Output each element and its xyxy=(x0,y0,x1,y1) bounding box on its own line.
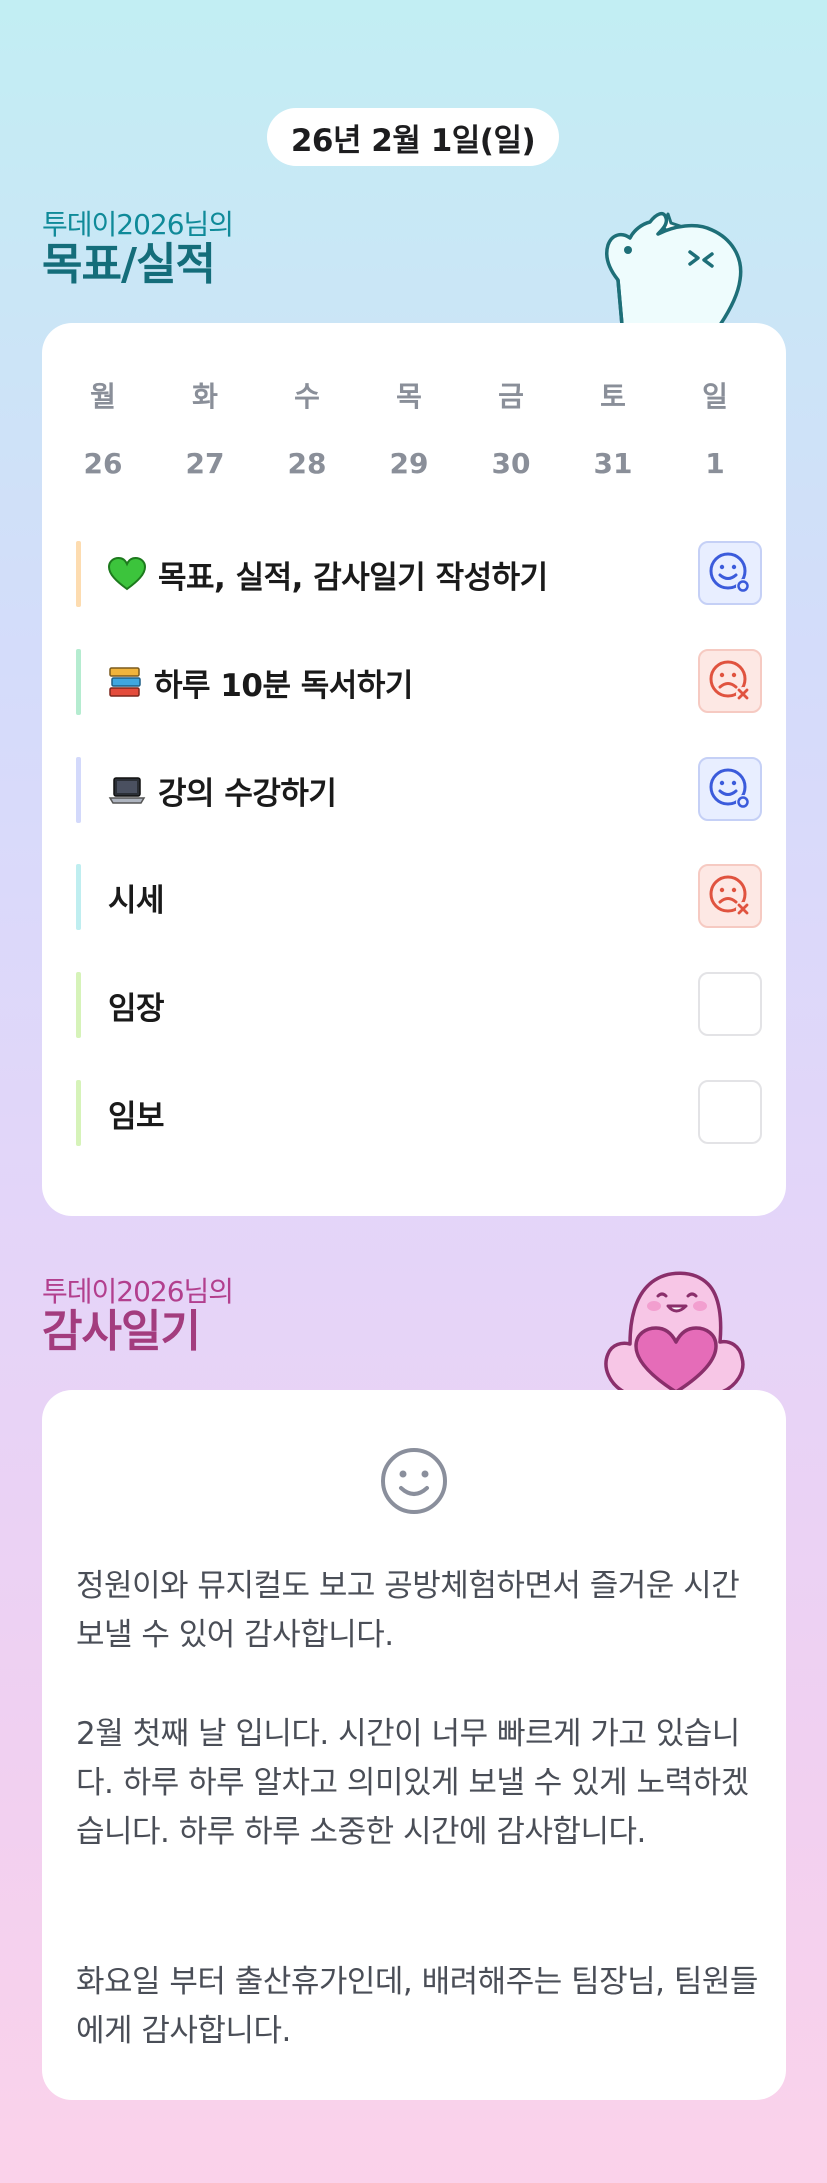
waving-ghost-mascot-icon xyxy=(605,211,743,325)
day-number[interactable]: 27 xyxy=(154,447,256,480)
weekday-header: 월 화 수 목 금 토 일 xyxy=(42,375,786,415)
weekday-label: 화 xyxy=(192,380,218,413)
gratitude-title: 감사일기 xyxy=(42,1306,201,1357)
week-dates: 26 27 28 29 30 31 1 xyxy=(42,447,786,480)
status-success-button[interactable] xyxy=(698,757,762,821)
heart-hugging-mascot-icon xyxy=(604,1271,745,1392)
weekday-label: 금 xyxy=(498,380,524,413)
goal-label-wrap: 임보 xyxy=(108,1091,165,1136)
goal-label-wrap: 하루 10분 독서하기 xyxy=(108,660,413,705)
goal-row: 임장 xyxy=(76,972,762,1038)
weekday-label: 일 xyxy=(702,380,728,413)
green-heart-icon xyxy=(108,557,146,591)
sad-fail-icon xyxy=(709,875,750,916)
day-number[interactable]: 28 xyxy=(256,447,358,480)
gratitude-section-title: 투데이2026님의 감사일기 xyxy=(42,1275,234,1357)
status-success-button[interactable] xyxy=(698,541,762,605)
goal-label-wrap: 임장 xyxy=(108,983,165,1028)
goal-row: 임보 xyxy=(76,1080,762,1146)
goals-subtitle: 투데이2026님의 xyxy=(42,208,234,241)
goals-section-title: 투데이2026님의 목표/실적 xyxy=(42,208,234,290)
books-icon xyxy=(108,665,142,699)
goal-color-bar xyxy=(76,757,81,823)
day-number[interactable]: 30 xyxy=(460,447,562,480)
goal-row: 시세 xyxy=(76,864,762,930)
goal-label-wrap: 강의 수강하기 xyxy=(108,768,337,813)
goal-label-wrap: 시세 xyxy=(108,875,165,920)
status-empty-button[interactable] xyxy=(698,972,762,1036)
goal-color-bar xyxy=(76,972,81,1038)
goal-row: 하루 10분 독서하기 xyxy=(76,649,762,715)
goal-row: 목표, 실적, 감사일기 작성하기 xyxy=(76,541,762,607)
day-number[interactable]: 31 xyxy=(562,447,664,480)
goal-color-bar xyxy=(76,864,81,930)
gratitude-paragraph: 화요일 부터 출산휴가인데, 배려해주는 팀장님, 팀원들에게 감사합니다. xyxy=(76,1964,758,2049)
weekday-label: 목 xyxy=(396,380,422,413)
gratitude-paragraph: 2월 첫째 날 입니다. 시간이 너무 빠르게 가고 있습니다. 하루 하루 알… xyxy=(76,1716,749,1850)
goals-title: 목표/실적 xyxy=(42,239,216,290)
goal-row: 강의 수강하기 xyxy=(76,757,762,823)
goal-color-bar xyxy=(76,649,81,715)
laptop-icon xyxy=(108,775,146,805)
goal-color-bar xyxy=(76,541,81,607)
weekday-label: 월 xyxy=(90,380,116,413)
smile-success-icon xyxy=(709,552,750,593)
goal-color-bar xyxy=(76,1080,81,1146)
gratitude-card: 정원이와 뮤지컬도 보고 공방체험하면서 즐거운 시간 보낼 수 있어 감사합니… xyxy=(42,1390,786,2100)
date-header[interactable]: 26년 2월 1일(일) xyxy=(267,108,559,166)
weekday-label: 토 xyxy=(600,380,626,413)
day-number[interactable]: 29 xyxy=(358,447,460,480)
smile-icon xyxy=(381,1448,447,1514)
status-empty-button[interactable] xyxy=(698,1080,762,1144)
gratitude-paragraph: 정원이와 뮤지컬도 보고 공방체험하면서 즐거운 시간 보낼 수 있어 감사합니… xyxy=(76,1568,740,1653)
goal-label: 하루 10분 독서하기 xyxy=(154,667,413,704)
smile-success-icon xyxy=(709,768,750,809)
goal-label-wrap: 목표, 실적, 감사일기 작성하기 xyxy=(108,552,548,597)
gratitude-subtitle: 투데이2026님의 xyxy=(42,1275,234,1308)
status-fail-button[interactable] xyxy=(698,649,762,713)
day-number[interactable]: 1 xyxy=(664,447,766,480)
weekday-label: 수 xyxy=(294,380,320,413)
status-fail-button[interactable] xyxy=(698,864,762,928)
sad-fail-icon xyxy=(709,660,750,701)
goal-label: 시세 xyxy=(108,882,165,919)
goal-label: 임장 xyxy=(108,990,165,1027)
goal-label: 강의 수강하기 xyxy=(158,775,337,812)
goal-label: 목표, 실적, 감사일기 작성하기 xyxy=(158,559,548,596)
goal-label: 임보 xyxy=(108,1098,165,1135)
goals-card: 월 화 수 목 금 토 일 26 27 28 29 30 31 1 목표, 실적… xyxy=(42,323,786,1216)
day-number[interactable]: 26 xyxy=(52,447,154,480)
